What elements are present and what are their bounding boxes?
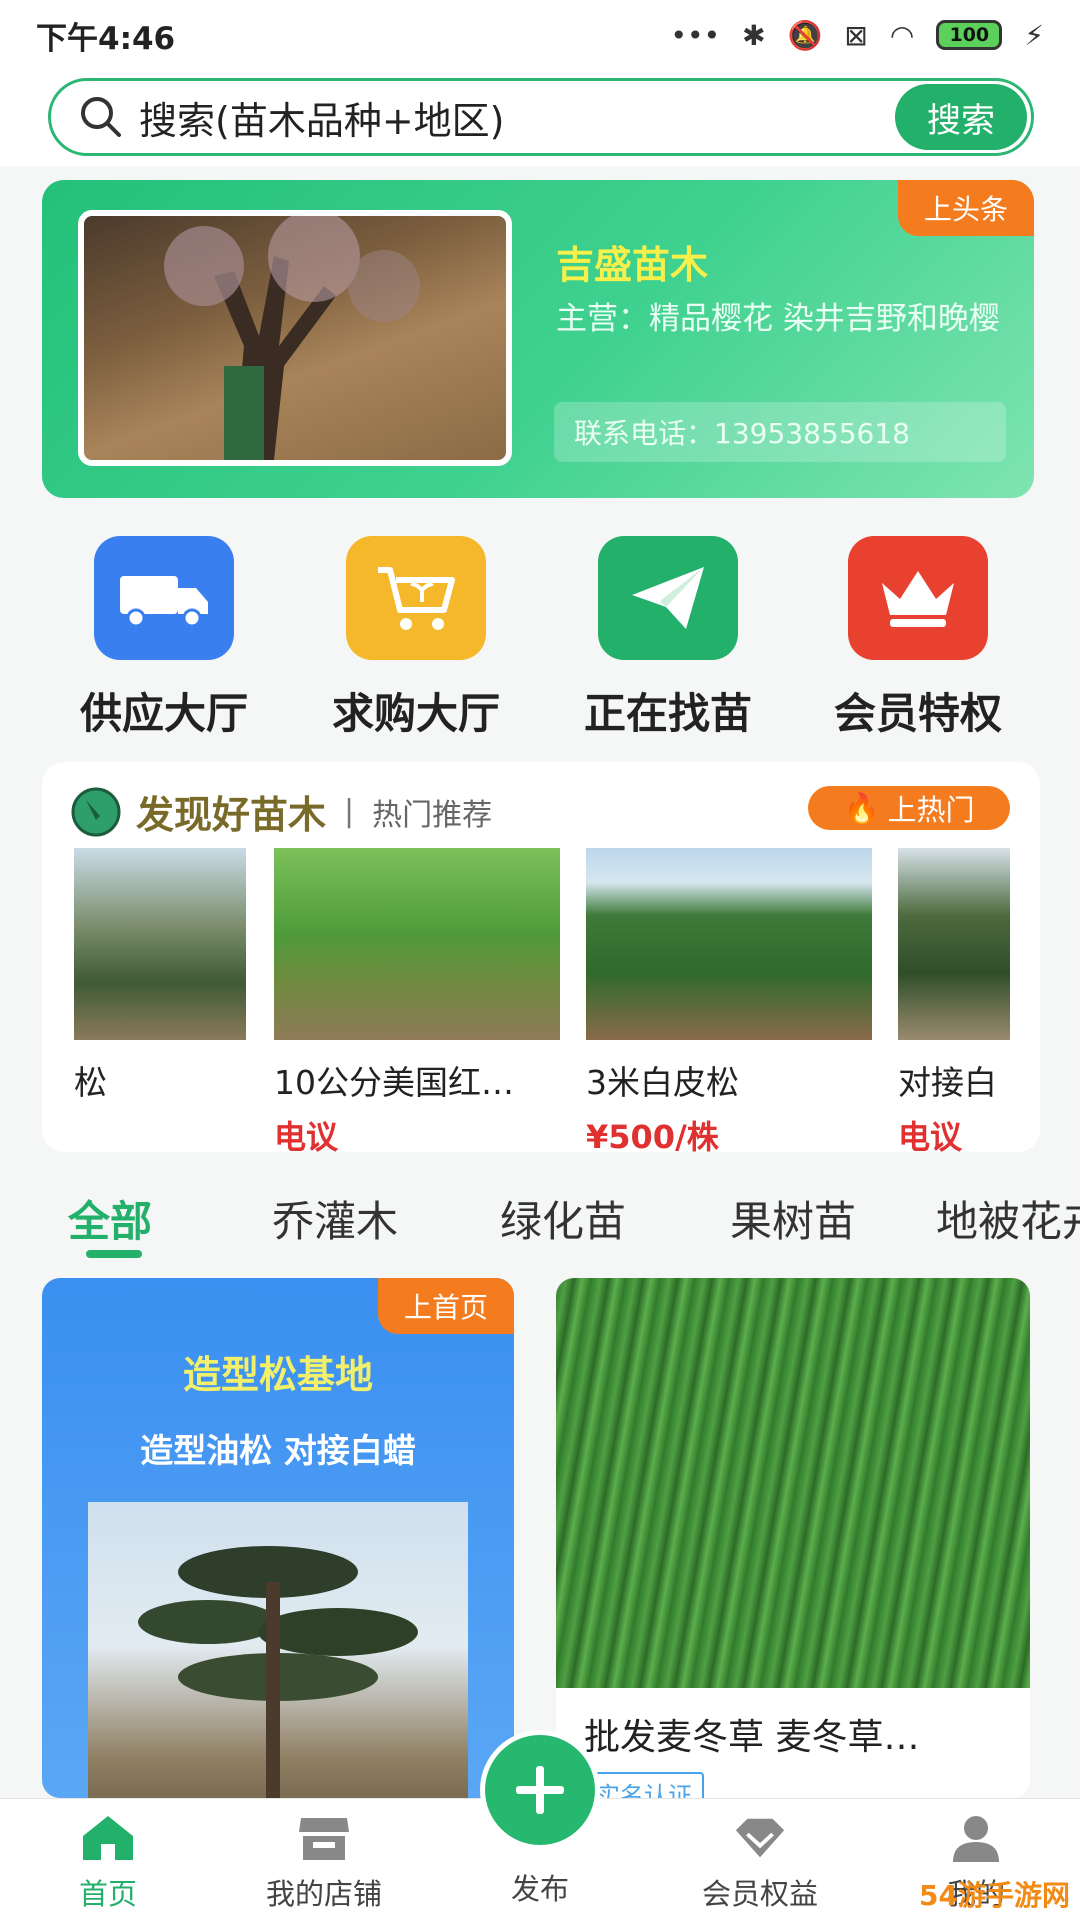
status-icons: ••• ✱ 🔕 ⊠ ◠ 100 ⚡ <box>671 19 1044 52</box>
tab-ground-cover-flowers[interactable]: 地被花卉 <box>936 1188 1080 1249</box>
plus-icon <box>485 1735 595 1845</box>
tab-all[interactable]: 全部 <box>68 1188 152 1249</box>
discover-separator: | <box>344 794 355 829</box>
discover-item-name: 10公分美国红… <box>274 1063 514 1102</box>
homepage-tag[interactable]: 上首页 <box>377 1278 514 1334</box>
nav-member-benefits[interactable]: 会员权益 <box>660 1813 860 1913</box>
search-box[interactable]: 搜索(苗木品种+地区) 搜索 <box>48 78 1034 156</box>
sim-off-icon: ⊠ <box>844 18 868 52</box>
verified-badge: 实名认证 <box>584 1772 704 1798</box>
publish-label: 发布 <box>510 1872 569 1906</box>
cart-icon <box>346 536 486 660</box>
shop-icon <box>296 1813 352 1863</box>
discover-item-image <box>898 848 1010 1040</box>
discover-item[interactable]: 3米白皮松 ¥500/株 <box>586 848 872 1152</box>
discover-item-name: 对接白 <box>898 1063 997 1102</box>
tab-fruit-trees[interactable]: 果树苗 <box>730 1188 856 1249</box>
pine-tree-photo <box>88 1502 468 1798</box>
banner-main-business: 主营：精品樱花 染井吉野和晚樱 <box>556 301 1000 337</box>
publish-button[interactable] <box>480 1730 600 1850</box>
tab-trees-shrubs[interactable]: 乔灌木 <box>272 1188 398 1249</box>
compass-icon <box>71 787 121 836</box>
quick-nav-member-privileges[interactable]: 会员特权 <box>808 536 1028 741</box>
discover-list: 松 10公分美国红… 电议 3米白皮松 ¥500/株 对接白 电议 <box>42 848 1040 1152</box>
search-area: 搜索(苗木品种+地区) 搜索 <box>0 70 1080 166</box>
discover-item-image <box>74 848 246 1040</box>
diamond-icon <box>732 1813 788 1863</box>
feed-card-pine-base[interactable]: 上首页 造型松基地 造型油松 对接白蜡 <box>42 1278 514 1798</box>
go-hot-label: 上热门 <box>887 793 975 827</box>
status-bar: 下午4:46 ••• ✱ 🔕 ⊠ ◠ 100 ⚡ <box>0 0 1080 70</box>
tab-greening-seedlings[interactable]: 绿化苗 <box>500 1188 626 1249</box>
quick-nav-label: 求购大厅 <box>331 689 500 738</box>
flame-icon: 🔥 <box>843 790 880 825</box>
search-button[interactable]: 搜索 <box>895 84 1027 150</box>
more-dots-icon: ••• <box>670 18 721 52</box>
nav-my-shop[interactable]: 我的店铺 <box>224 1813 424 1913</box>
quick-nav-purchase-hall[interactable]: 求购大厅 <box>306 536 526 741</box>
crown-icon <box>848 536 988 660</box>
home-icon <box>80 1813 136 1863</box>
top-headline-tag[interactable]: 上头条 <box>897 180 1034 236</box>
grass-photo <box>556 1278 1030 1688</box>
bluetooth-icon: ✱ <box>742 18 766 52</box>
tree-photo-illustration <box>164 216 420 460</box>
quick-nav-label: 会员特权 <box>833 689 1002 738</box>
site-watermark: 54游手游网 <box>919 1879 1070 1912</box>
discover-item-name: 松 <box>74 1063 107 1102</box>
discover-item-image <box>274 848 560 1040</box>
mute-bell-icon: 🔕 <box>787 18 823 52</box>
go-hot-button[interactable]: 🔥 上热门 <box>808 786 1010 830</box>
status-time: 下午4:46 <box>36 20 176 57</box>
banner-phone[interactable]: 联系电话：13953855618 <box>554 402 1006 462</box>
nav-home[interactable]: 首页 <box>8 1813 208 1913</box>
discover-section: 发现好苗木 | 热门推荐 🔥 上热门 松 10公分美国红… 电议 3米白皮松 ¥… <box>42 762 1040 1152</box>
search-input[interactable]: 搜索(苗木品种+地区) <box>139 90 895 145</box>
category-tabs: 全部 乔灌木 绿化苗 果树苗 地被花卉 <box>0 1180 1080 1260</box>
wifi-icon: ◠ <box>889 18 915 52</box>
paper-plane-icon <box>598 536 738 660</box>
nav-home-label: 首页 <box>78 1877 137 1911</box>
discover-item-name: 3米白皮松 <box>586 1063 739 1102</box>
feed-card-title: 批发麦冬草 麦冬草… <box>584 1717 920 1758</box>
discover-item[interactable]: 对接白 电议 <box>898 848 1010 1152</box>
banner-photo <box>78 210 512 466</box>
feed-card-subtitle: 造型油松 对接白蜡 <box>140 1431 416 1470</box>
discover-item-price: 电议 <box>898 1118 963 1152</box>
feed-card-title: 造型松基地 <box>182 1353 373 1397</box>
nav-member-benefits-label: 会员权益 <box>701 1877 818 1911</box>
search-icon <box>81 97 121 137</box>
discover-title: 发现好苗木 <box>136 793 327 837</box>
discover-item[interactable]: 松 <box>74 848 246 1112</box>
promo-banner[interactable]: 上头条 吉盛苗木 主营：精品樱花 染井吉野和晚樱 联系电话：1395385561… <box>42 180 1034 498</box>
quick-nav-finding-seedlings[interactable]: 正在找苗 <box>558 536 778 741</box>
discover-item-image <box>586 848 872 1040</box>
battery-icon: 100 <box>936 20 1003 50</box>
quick-nav-label: 供应大厅 <box>79 689 248 738</box>
truck-icon <box>94 536 234 660</box>
discover-item-price: 电议 <box>274 1118 339 1152</box>
charging-icon: ⚡ <box>1024 18 1044 52</box>
discover-item[interactable]: 10公分美国红… 电议 <box>274 848 560 1152</box>
banner-company-name: 吉盛苗木 <box>556 243 709 287</box>
feed-card-liriope[interactable]: 批发麦冬草 麦冬草… 实名认证 <box>556 1278 1030 1798</box>
quick-nav-label: 正在找苗 <box>583 689 752 738</box>
user-icon <box>948 1813 1004 1863</box>
nav-my-shop-label: 我的店铺 <box>265 1877 382 1911</box>
quick-nav: 供应大厅 求购大厅 正在找苗 会员特权 <box>0 530 1080 750</box>
active-tab-indicator <box>86 1250 142 1258</box>
discover-item-price: ¥500/株 <box>586 1118 719 1152</box>
discover-subtitle: 热门推荐 <box>372 797 493 833</box>
discover-header: 发现好苗木 | 热门推荐 <box>70 784 492 839</box>
quick-nav-supply-hall[interactable]: 供应大厅 <box>54 536 274 741</box>
